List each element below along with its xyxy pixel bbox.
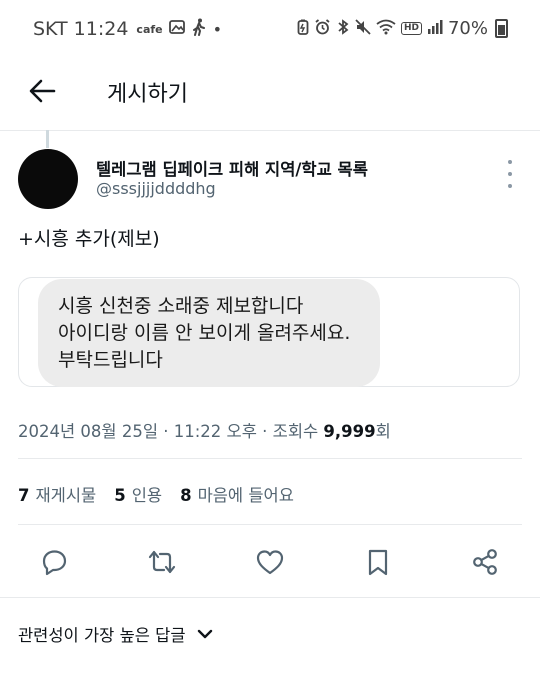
post-text: +시흥 추가(제보) — [18, 228, 160, 250]
quotes-count: 5 — [114, 486, 126, 505]
arrow-left-icon — [29, 79, 56, 103]
divider — [0, 597, 540, 598]
divider — [18, 458, 522, 459]
more-notifications-dot-icon: • — [212, 19, 223, 39]
repost-button[interactable] — [140, 540, 184, 584]
walking-notification-icon — [191, 18, 207, 40]
repost-icon — [148, 550, 176, 574]
likes-count: 8 — [180, 486, 192, 505]
battery-percent: 70% — [447, 18, 488, 39]
likes-stat[interactable]: 8 마음에 들어요 — [180, 482, 294, 506]
cafe-notification-icon: cafe — [136, 22, 163, 36]
post-date: 2024년 08월 25일 · 11:22 오후 · 조회수 — [18, 422, 324, 441]
mute-icon — [355, 18, 371, 39]
replies-sort-dropdown[interactable]: 관련성이 가장 높은 답글 — [18, 622, 214, 646]
author-name[interactable]: 텔레그램 딥페이크 피해 지역/학교 목록 — [96, 156, 368, 180]
status-bar: SKT 11:24 cafe • HD 70% — [0, 0, 540, 60]
clock: 11:24 — [73, 18, 129, 40]
carrier: SKT — [33, 18, 68, 40]
reply-button[interactable] — [32, 540, 76, 584]
like-button[interactable] — [248, 540, 292, 584]
quotes-label: 인용 — [131, 486, 163, 505]
view-suffix: 회 — [375, 422, 391, 441]
reposts-label: 재게시물 — [35, 486, 97, 505]
thread-line — [46, 130, 49, 148]
chevron-down-icon — [197, 629, 212, 639]
share-button[interactable] — [463, 540, 507, 584]
bookmark-button[interactable] — [356, 540, 400, 584]
divider — [18, 524, 522, 525]
replies-sort-label: 관련성이 가장 높은 답글 — [18, 626, 186, 645]
battery-icon — [495, 19, 508, 38]
page-title: 게시하기 — [107, 82, 188, 107]
author-handle[interactable]: @sssjjjjddddhg — [96, 179, 216, 198]
view-count: 9,999 — [323, 422, 376, 441]
status-right: HD 70% — [297, 18, 508, 39]
message-line: 부탁드립니다 — [58, 349, 163, 371]
action-bar — [0, 540, 540, 584]
reply-icon — [42, 550, 67, 576]
avatar[interactable] — [18, 149, 78, 209]
quotes-stat[interactable]: 5 인용 — [114, 482, 162, 506]
engagement-stats: 7 재게시물 5 인용 8 마음에 들어요 — [18, 482, 294, 506]
battery-saver-icon — [297, 19, 309, 39]
post-metadata: 2024년 08월 25일 · 11:22 오후 · 조회수 9,999회 — [18, 418, 391, 442]
reposts-count: 7 — [18, 486, 30, 505]
more-options-button[interactable] — [500, 160, 520, 188]
share-icon — [473, 549, 497, 575]
top-app-bar: 게시하기 — [0, 60, 540, 131]
bluetooth-icon — [336, 18, 350, 39]
hd-voice-icon: HD — [400, 22, 422, 35]
more-dots-icon — [508, 160, 512, 164]
wifi-icon — [376, 19, 396, 39]
message-line: 시흥 신천중 소래중 제보합니다 — [58, 295, 304, 317]
message-bubble-image[interactable]: 시흥 신천중 소래중 제보합니다 아이디랑 이름 안 보이게 올려주세요. 부탁… — [38, 279, 380, 387]
message-line: 아이디랑 이름 안 보이게 올려주세요. — [58, 322, 351, 344]
reposts-stat[interactable]: 7 재게시물 — [18, 482, 96, 506]
bookmark-icon — [368, 549, 388, 576]
like-icon — [256, 550, 284, 575]
back-button[interactable] — [26, 74, 60, 108]
likes-label: 마음에 들어요 — [197, 486, 294, 505]
alarm-icon — [314, 18, 331, 39]
gallery-notification-icon — [168, 19, 185, 39]
signal-icon — [427, 19, 443, 38]
status-left: SKT 11:24 cafe • — [33, 18, 222, 40]
